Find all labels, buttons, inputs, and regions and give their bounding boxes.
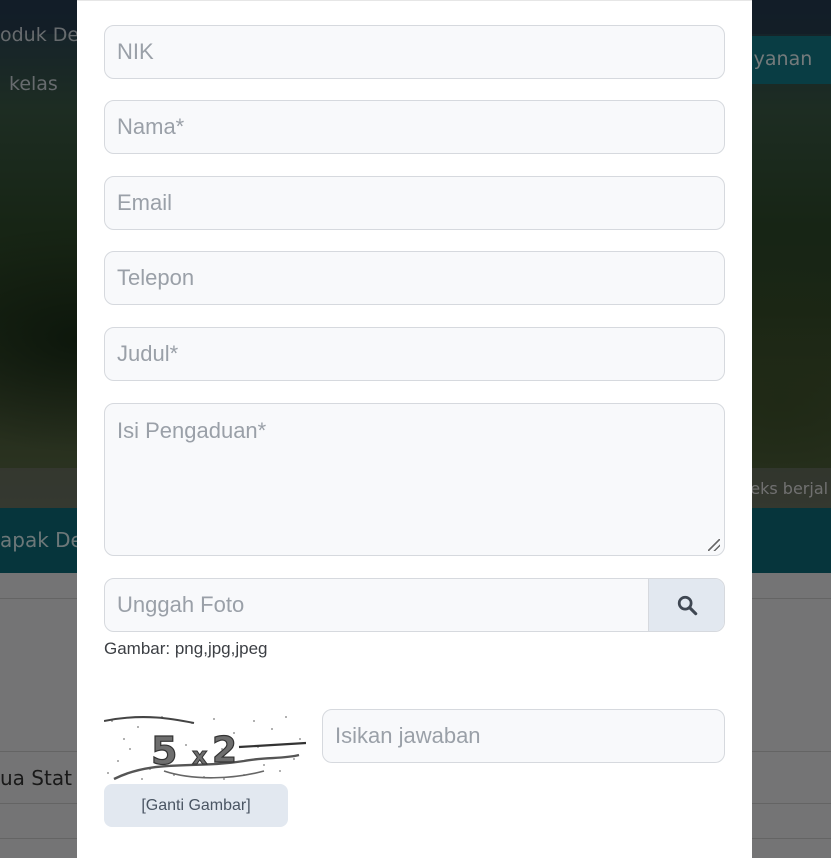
judul-input[interactable]: Judul*	[104, 327, 725, 381]
browse-button[interactable]	[648, 579, 724, 631]
telepon-placeholder: Telepon	[117, 265, 195, 290]
resize-handle-icon[interactable]	[708, 539, 720, 551]
nama-placeholder: Nama*	[117, 114, 185, 139]
captcha-operator: x	[192, 742, 208, 770]
pengaduan-modal: NIK Nama* Email Telepon Judul* Isi Penga…	[77, 0, 752, 858]
captcha-answer-placeholder: Isikan jawaban	[335, 723, 481, 748]
search-icon	[677, 595, 697, 616]
upload-foto-field[interactable]: Unggah Foto	[104, 578, 725, 632]
upload-placeholder: Unggah Foto	[117, 592, 245, 617]
nik-placeholder: NIK	[117, 39, 154, 64]
captcha-digit: 5	[151, 729, 177, 773]
ganti-gambar-button[interactable]: [Ganti Gambar]	[104, 784, 288, 827]
telepon-input[interactable]: Telepon	[104, 251, 725, 305]
captcha-answer-input[interactable]: Isikan jawaban	[322, 709, 725, 763]
email-input[interactable]: Email	[104, 176, 725, 230]
nik-input[interactable]: NIK	[104, 25, 725, 79]
judul-placeholder: Judul*	[117, 341, 179, 366]
isi-pengaduan-textarea[interactable]: Isi Pengaduan*	[104, 403, 725, 556]
captcha-digit: 2	[212, 730, 237, 771]
nama-input[interactable]: Nama*	[104, 100, 725, 154]
upload-hint: Gambar: png,jpg,jpeg	[104, 639, 268, 658]
captcha-image: 5 x 2	[104, 709, 306, 784]
ganti-gambar-label: [Ganti Gambar]	[141, 796, 251, 814]
email-placeholder: Email	[117, 190, 173, 215]
isi-pengaduan-placeholder: Isi Pengaduan*	[117, 418, 267, 443]
